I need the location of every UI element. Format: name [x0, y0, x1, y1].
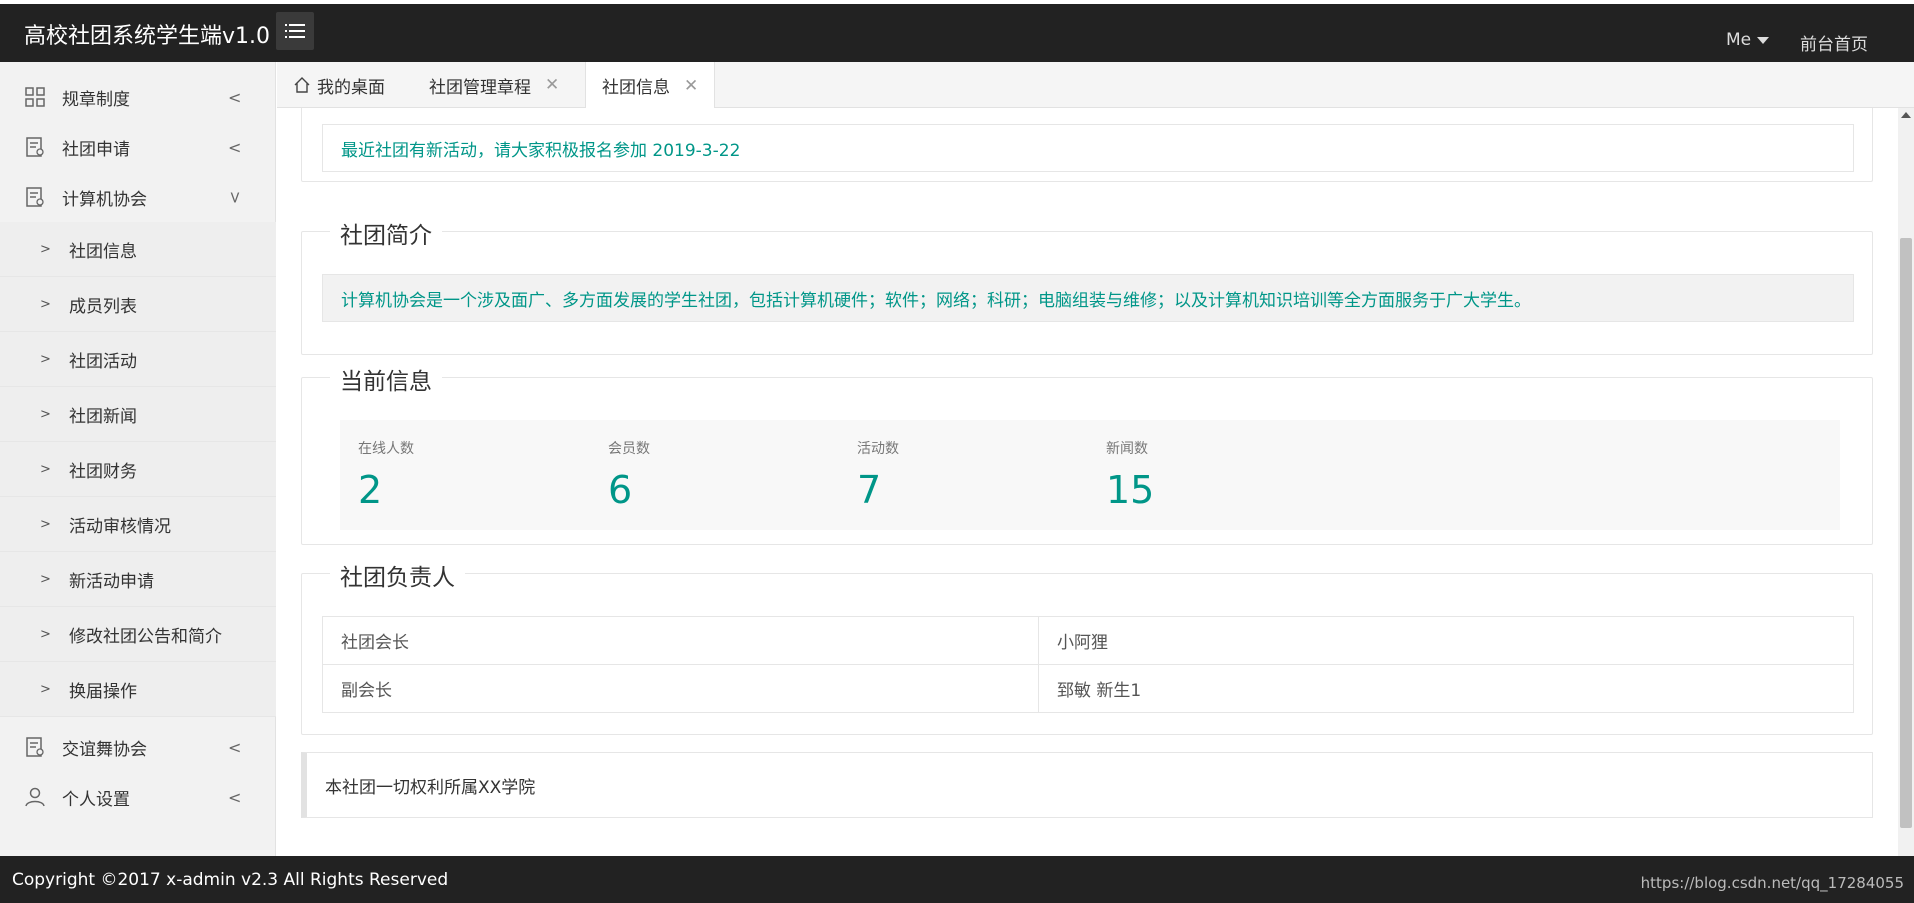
- stat-value: 6: [608, 468, 633, 512]
- tab-club-info[interactable]: 社团信息 ✕: [585, 62, 716, 109]
- close-icon[interactable]: ✕: [684, 76, 698, 96]
- top-header: 高校社团系统学生端v1.0 Me 前台首页: [0, 4, 1914, 62]
- tab-bar: 我的桌面 社团管理章程 ✕ 社团信息 ✕: [277, 62, 1914, 109]
- stat-label: 会员数: [608, 441, 650, 457]
- chevron-right-icon: >: [40, 241, 51, 257]
- content-scrollbar[interactable]: [1898, 108, 1914, 856]
- intro-title: 社团简介: [330, 216, 442, 250]
- form-icon: [26, 737, 44, 757]
- close-icon[interactable]: ✕: [545, 75, 559, 95]
- sidebar-subitem-transition[interactable]: > 换届操作: [0, 662, 276, 717]
- sidebar-item-label: 个人设置: [62, 789, 130, 810]
- footer-copyright: Copyright ©2017 x-admin v2.3 All Rights …: [12, 870, 449, 890]
- home-icon: [294, 77, 310, 93]
- grid-icon: [25, 87, 45, 107]
- user-icon: [25, 787, 45, 807]
- chevron-left-icon: <: [228, 737, 242, 757]
- scroll-up-arrow-icon[interactable]: [1901, 112, 1911, 118]
- menu-toggle-button[interactable]: [276, 12, 314, 50]
- sidebar-subitem-members[interactable]: > 成员列表: [0, 277, 276, 332]
- sidebar: 规章制度 < 社团申请 < 计算机协会 < > 社团信息 > 成员列表 > 社团…: [0, 62, 276, 856]
- chevron-right-icon: >: [40, 296, 51, 312]
- sidebar-subitem-label: 换届操作: [69, 681, 137, 702]
- current-info-section: 当前信息 在线人数 2 会员数 6 活动数 7 新闻数 15: [301, 362, 1873, 545]
- stat-label: 在线人数: [358, 441, 414, 457]
- chevron-left-icon: <: [228, 137, 242, 157]
- chevron-right-icon: >: [40, 516, 51, 532]
- sidebar-item-rules[interactable]: 规章制度 <: [0, 72, 276, 122]
- sidebar-item-label: 交谊舞协会: [62, 739, 147, 760]
- stat-value: 7: [857, 468, 882, 512]
- stat-label: 新闻数: [1106, 441, 1148, 457]
- leader-role: 副会长: [322, 664, 1039, 713]
- sidebar-subitem-label: 社团信息: [69, 241, 137, 262]
- sidebar-subitem-club-info[interactable]: > 社团信息: [0, 222, 276, 277]
- leaders-section: 社团负责人 社团会长 小阿狸 副会长 郅敏 新生1: [301, 558, 1873, 735]
- sidebar-item-label: 计算机协会: [62, 189, 147, 210]
- hamburger-icon: [285, 24, 305, 38]
- sidebar-item-apply[interactable]: 社团申请 <: [0, 122, 276, 172]
- user-menu[interactable]: Me: [1726, 30, 1770, 50]
- chevron-right-icon: >: [40, 406, 51, 422]
- leader-role: 社团会长: [322, 616, 1039, 665]
- sidebar-item-label: 规章制度: [62, 89, 130, 110]
- stat-label: 活动数: [857, 441, 899, 457]
- leaders-table: 社团会长 小阿狸 副会长 郅敏 新生1: [322, 616, 1854, 713]
- chevron-down-icon: <: [225, 190, 245, 204]
- sidebar-item-personal-settings[interactable]: 个人设置 <: [0, 772, 276, 822]
- scroll-thumb[interactable]: [1900, 238, 1912, 828]
- sidebar-subitem-review-status[interactable]: > 活动审核情况: [0, 497, 276, 552]
- notice-text: 最近社团有新活动，请大家积极报名参加 2019-3-22: [322, 124, 1854, 172]
- chevron-left-icon: <: [228, 787, 242, 807]
- tab-my-desktop[interactable]: 我的桌面: [277, 62, 401, 108]
- chevron-right-icon: >: [40, 571, 51, 587]
- user-menu-label: Me: [1726, 30, 1752, 50]
- sidebar-item-label: 社团申请: [62, 139, 130, 160]
- footer: Copyright ©2017 x-admin v2.3 All Rights …: [0, 856, 1914, 903]
- chevron-right-icon: >: [40, 681, 51, 697]
- sidebar-subitem-finance[interactable]: > 社团财务: [0, 442, 276, 497]
- main-content: 最近社团有新活动，请大家积极报名参加 2019-3-22 社团简介 计算机协会是…: [277, 108, 1898, 856]
- leader-name: 小阿狸: [1038, 616, 1854, 665]
- sidebar-subitem-news[interactable]: > 社团新闻: [0, 387, 276, 442]
- intro-section: 社团简介 计算机协会是一个涉及面广、多方面发展的学生社团，包括计算机硬件；软件；…: [301, 216, 1873, 355]
- sidebar-subitem-label: 社团财务: [69, 461, 137, 482]
- sidebar-item-dance-assoc[interactable]: 交谊舞协会 <: [0, 722, 276, 772]
- chevron-right-icon: >: [40, 351, 51, 367]
- form-icon: [26, 187, 44, 207]
- table-row: 副会长 郅敏 新生1: [322, 664, 1854, 713]
- stat-value: 15: [1106, 468, 1155, 512]
- sidebar-subitem-new-activity[interactable]: > 新活动申请: [0, 552, 276, 607]
- intro-text: 计算机协会是一个涉及面广、多方面发展的学生社团，包括计算机硬件；软件；网络；科研…: [322, 274, 1854, 322]
- stats-panel: 在线人数 2 会员数 6 活动数 7 新闻数 15: [340, 420, 1840, 530]
- sidebar-item-computer-assoc[interactable]: 计算机协会 <: [0, 172, 276, 222]
- caret-down-icon: [1757, 36, 1770, 44]
- current-info-title: 当前信息: [330, 362, 442, 396]
- chevron-right-icon: >: [40, 626, 51, 642]
- tab-label: 我的桌面: [317, 77, 385, 98]
- tab-club-rules[interactable]: 社团管理章程 ✕: [413, 62, 575, 108]
- tab-label: 社团管理章程: [429, 77, 531, 98]
- table-row: 社团会长 小阿狸: [322, 616, 1854, 665]
- sidebar-subitem-label: 新活动申请: [69, 571, 154, 592]
- leader-name: 郅敏 新生1: [1038, 664, 1854, 713]
- sidebar-subitem-edit-notice[interactable]: > 修改社团公告和简介: [0, 607, 276, 662]
- footer-url: https://blog.csdn.net/qq_17284055: [1640, 874, 1904, 892]
- sidebar-subitem-activities[interactable]: > 社团活动: [0, 332, 276, 387]
- sidebar-subitem-label: 活动审核情况: [69, 516, 171, 537]
- chevron-left-icon: <: [228, 87, 242, 107]
- app-logo[interactable]: 高校社团系统学生端v1.0: [24, 18, 270, 50]
- form-icon: [26, 137, 44, 157]
- rights-note: 本社团一切权利所属XX学院: [301, 752, 1873, 818]
- frontend-home-link[interactable]: 前台首页: [1800, 30, 1868, 55]
- chevron-right-icon: >: [40, 461, 51, 477]
- sidebar-subitem-label: 社团新闻: [69, 406, 137, 427]
- stat-value: 2: [358, 468, 383, 512]
- notice-section: 最近社团有新活动，请大家积极报名参加 2019-3-22: [301, 108, 1873, 182]
- sidebar-subitem-label: 成员列表: [69, 296, 137, 317]
- sidebar-subitem-label: 修改社团公告和简介: [69, 626, 222, 647]
- leaders-title: 社团负责人: [330, 558, 465, 592]
- tab-label: 社团信息: [602, 78, 670, 98]
- sidebar-subitem-label: 社团活动: [69, 351, 137, 372]
